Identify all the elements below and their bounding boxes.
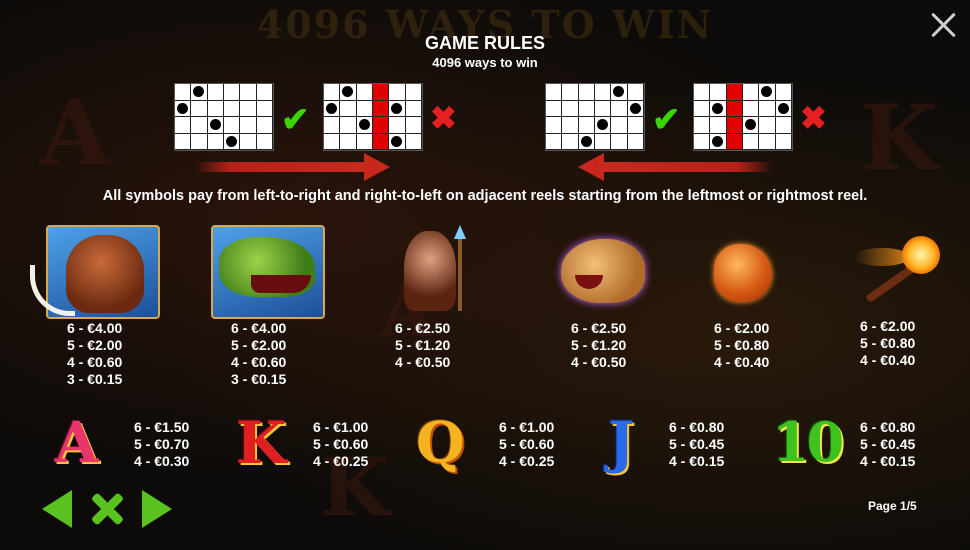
paytable-cavewoman: 6 - €2.50 5 - €1.20 4 - €0.50 [395,320,451,370]
example-grid-rtl-valid [545,83,645,151]
page-indicator: Page 1/5 [868,499,917,513]
mammoth-symbol [30,225,160,319]
cavewoman-symbol [380,225,480,315]
number-10-symbol: 10 [772,410,844,474]
next-page-button[interactable] [142,490,172,528]
example-grid-ltr-invalid [323,83,423,151]
cross-icon: ✖ [430,100,457,136]
letter-a-symbol: A [55,410,99,476]
torch-symbol [848,230,948,310]
letter-k-symbol: K [236,409,287,477]
paytable-a: 6 - €1.50 5 - €0.70 4 - €0.30 [134,419,190,469]
example-grid-rtl-invalid [693,83,793,151]
trex-symbol [211,225,325,319]
paytable-10: 6 - €0.80 5 - €0.45 4 - €0.15 [860,419,916,469]
paytable-j: 6 - €0.80 5 - €0.45 4 - €0.15 [669,419,725,469]
cross-icon: ✖ [800,100,827,136]
arrow-right-icon [195,153,390,181]
letter-q-symbol: Q [416,410,465,476]
close-rules-button[interactable] [88,490,126,528]
paytable-amber: 6 - €2.00 5 - €0.80 4 - €0.40 [714,320,770,370]
sabertooth-symbol [553,225,653,315]
paytable-k: 6 - €1.00 5 - €0.60 4 - €0.25 [313,419,369,469]
background-ghost-symbol: A [40,80,110,186]
background-ghost-symbol: K [860,85,939,191]
check-icon: ✔ [652,101,681,139]
paytable-sabertooth: 6 - €2.50 5 - €1.20 4 - €0.50 [571,320,627,370]
paytable-torch: 6 - €2.00 5 - €0.80 4 - €0.40 [860,318,916,368]
letter-j-symbol: J [608,410,635,476]
page-title: GAME RULES [424,33,545,53]
example-grid-ltr-valid [174,83,274,151]
previous-page-button[interactable] [42,490,72,528]
check-icon: ✔ [281,101,310,139]
rule-text: All symbols pay from left-to-right and r… [102,188,868,204]
page-subtitle: 4096 ways to win [432,55,538,70]
amber-symbol [708,238,778,308]
paytable-mammoth: 6 - €4.00 5 - €2.00 4 - €0.60 3 - €0.15 [67,320,123,387]
paytable-q: 6 - €1.00 5 - €0.60 4 - €0.25 [499,419,555,469]
arrow-left-icon [578,153,773,181]
paytable-trex: 6 - €4.00 5 - €2.00 4 - €0.60 3 - €0.15 [231,320,287,387]
